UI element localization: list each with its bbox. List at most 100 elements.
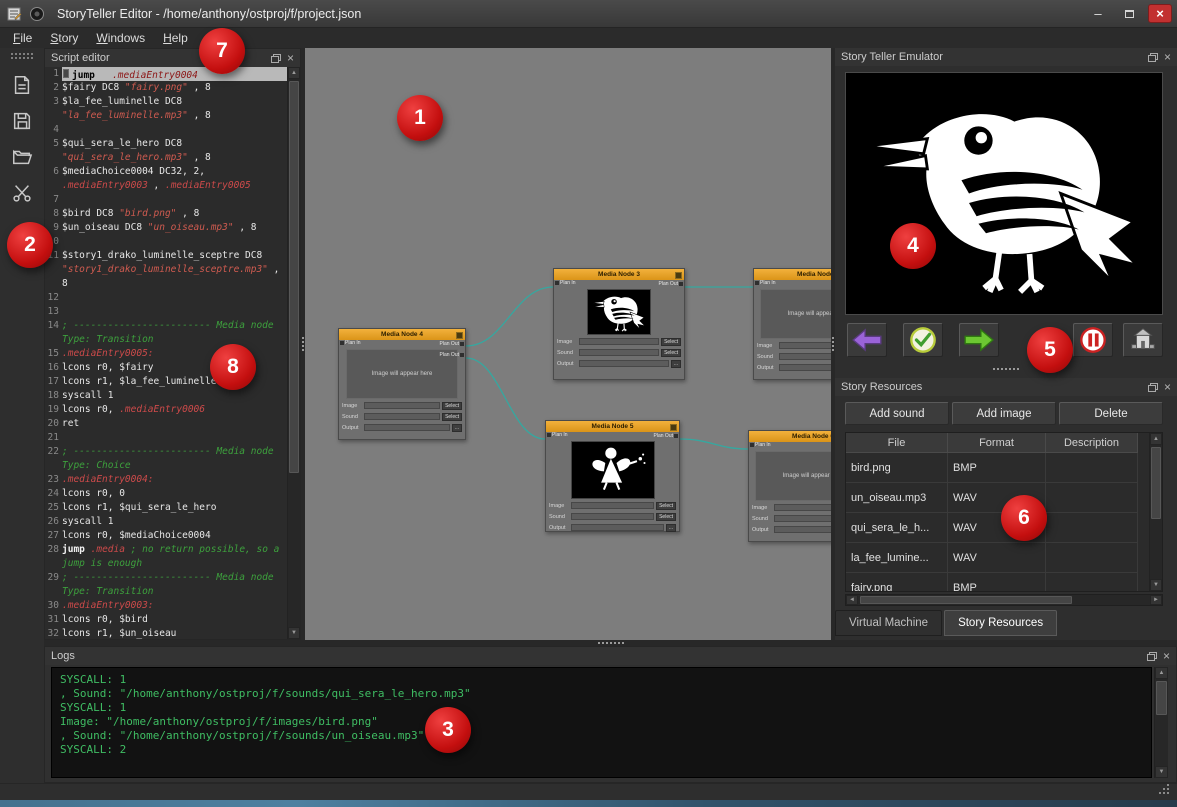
log-output[interactable]: SYSCALL: 1, Sound: "/home/anthony/ostpro… xyxy=(51,667,1152,778)
line-number: 32 xyxy=(45,627,62,639)
minimize-button[interactable]: – xyxy=(1086,4,1110,23)
code-line: 30.mediaEntry0003: xyxy=(45,599,287,613)
node-select-button[interactable]: Select xyxy=(661,349,681,357)
delete-button[interactable]: Delete xyxy=(1059,402,1163,425)
menu-item-windows[interactable]: Windows xyxy=(87,29,154,47)
scroll-thumb[interactable] xyxy=(289,81,299,473)
menu-item-file[interactable]: File xyxy=(4,29,41,47)
media-node[interactable]: Media Node 5Plan InPlan OutImageSelectSo… xyxy=(545,420,680,532)
output-port[interactable]: Plan Out xyxy=(659,281,683,287)
line-number xyxy=(45,151,62,165)
node-canvas[interactable]: Media Node 4Plan InPlan OutPlan OutImage… xyxy=(305,48,831,640)
undock-icon[interactable] xyxy=(271,54,281,63)
input-port[interactable]: Plan In xyxy=(547,432,568,438)
input-port[interactable]: Plan In xyxy=(755,280,776,286)
input-port[interactable]: Plan In xyxy=(555,280,576,286)
undock-icon[interactable] xyxy=(1148,53,1158,62)
scroll-up-icon[interactable]: ▲ xyxy=(1150,433,1162,445)
close-icon[interactable]: × xyxy=(1163,651,1170,661)
node-select-button[interactable]: Select xyxy=(442,402,462,410)
node-select-button[interactable]: Select xyxy=(661,338,681,346)
table-row[interactable]: la_fee_lumine...WAV xyxy=(846,543,1162,573)
scroll-thumb[interactable] xyxy=(1156,681,1167,715)
table-horizontal-scrollbar[interactable]: ◄ ► xyxy=(845,594,1163,606)
node-field-value xyxy=(774,504,831,511)
node-select-button[interactable]: ... xyxy=(666,524,676,532)
scroll-thumb[interactable] xyxy=(1151,447,1161,519)
close-button[interactable]: × xyxy=(1148,4,1172,23)
dock-splitter[interactable] xyxy=(835,368,1177,370)
toolbar-drag-handle[interactable] xyxy=(10,52,34,60)
media-node[interactable]: Media Node 3Plan InPlan OutImageSelectSo… xyxy=(553,268,685,380)
media-node[interactable]: Media Node 4Plan InPlan OutPlan OutImage… xyxy=(338,328,466,440)
code-area[interactable]: 1jump .mediaEntry00042$fairy DC8 "fairy.… xyxy=(45,67,287,639)
add-image-button[interactable]: Add image xyxy=(952,402,1056,425)
table-row[interactable]: fairy.pngBMP xyxy=(846,573,1162,592)
scroll-up-icon[interactable]: ▲ xyxy=(288,67,300,79)
scroll-up-icon[interactable]: ▲ xyxy=(1155,667,1168,679)
menu-item-story[interactable]: Story xyxy=(41,29,87,47)
pause-icon xyxy=(1079,326,1107,354)
node-select-button[interactable]: ... xyxy=(452,424,462,432)
code-line: 8$bird DC8 "bird.png" , 8 xyxy=(45,207,287,221)
node-select-button[interactable]: Select xyxy=(442,413,462,421)
maximize-button[interactable] xyxy=(1117,4,1141,23)
output-port[interactable]: Plan Out xyxy=(440,352,464,358)
media-node[interactable]: Media Node 6Plan InImage will appear her… xyxy=(748,430,831,542)
input-port[interactable]: Plan In xyxy=(340,340,361,346)
node-select-button[interactable]: Select xyxy=(656,502,676,510)
add-sound-button[interactable]: Add sound xyxy=(845,402,949,425)
logs-panel: Logs × SYSCALL: 1, Sound: "/home/anthony… xyxy=(44,646,1177,783)
close-icon[interactable]: × xyxy=(1164,52,1171,62)
node-field-value xyxy=(779,364,831,371)
media-node[interactable]: Media Node 2Plan InImage will appear her… xyxy=(753,268,831,380)
line-number xyxy=(45,557,62,571)
output-port[interactable]: Plan Out xyxy=(440,341,464,347)
home-button[interactable] xyxy=(1123,323,1163,357)
scroll-down-icon[interactable]: ▼ xyxy=(288,627,300,639)
save-button[interactable] xyxy=(7,106,37,136)
code-scrollbar[interactable]: ▲ ▼ xyxy=(287,67,300,639)
input-port[interactable]: Plan In xyxy=(750,442,771,448)
new-script-button[interactable] xyxy=(7,70,37,100)
scroll-down-icon[interactable]: ▼ xyxy=(1155,766,1168,778)
confirm-check-button[interactable] xyxy=(903,323,943,357)
code-line: 11$story1_drako_luminelle_sceptre DC8 xyxy=(45,249,287,263)
menu-item-help[interactable]: Help xyxy=(154,29,197,47)
table-row[interactable]: bird.pngBMP xyxy=(846,453,1162,483)
scroll-right-icon[interactable]: ► xyxy=(1150,595,1162,605)
node-field-label: Sound xyxy=(549,514,569,520)
run-button[interactable] xyxy=(7,226,37,256)
tab-story-resources[interactable]: Story Resources xyxy=(944,610,1057,636)
table-row[interactable]: qui_sera_le_h...WAV xyxy=(846,513,1162,543)
line-number: 17 xyxy=(45,375,62,389)
back-arrow-button[interactable] xyxy=(847,323,887,357)
scissors-button[interactable] xyxy=(7,178,37,208)
close-icon[interactable]: × xyxy=(1164,382,1171,392)
resize-grip[interactable] xyxy=(1159,784,1171,796)
tab-virtual-machine[interactable]: Virtual Machine xyxy=(835,610,942,636)
undock-icon[interactable] xyxy=(1147,652,1157,661)
node-select-button[interactable]: ... xyxy=(671,360,681,368)
line-number: 9 xyxy=(45,221,62,235)
node-field-value xyxy=(364,413,440,420)
code-line: 22; ------------------------ Media node xyxy=(45,445,287,459)
close-icon[interactable]: × xyxy=(287,53,294,63)
scroll-thumb[interactable] xyxy=(860,596,1072,604)
pause-button[interactable] xyxy=(1073,323,1113,357)
node-title-bar: Media Node 3 xyxy=(554,269,684,280)
logs-scrollbar[interactable]: ▲ ▼ xyxy=(1154,667,1168,778)
table-cell xyxy=(1046,543,1138,573)
app-notes-icon xyxy=(5,5,23,23)
forward-arrow-button[interactable] xyxy=(959,323,999,357)
code-line: 7 xyxy=(45,193,287,207)
emulator-screen xyxy=(845,72,1163,315)
scroll-left-icon[interactable]: ◄ xyxy=(846,595,858,605)
table-scrollbar[interactable]: ▲ ▼ xyxy=(1149,433,1162,591)
scroll-down-icon[interactable]: ▼ xyxy=(1150,579,1162,591)
undock-icon[interactable] xyxy=(1148,383,1158,392)
open-folder-button[interactable] xyxy=(7,142,37,172)
node-select-button[interactable]: Select xyxy=(656,513,676,521)
output-port[interactable]: Plan Out xyxy=(654,433,678,439)
table-row[interactable]: un_oiseau.mp3WAV xyxy=(846,483,1162,513)
